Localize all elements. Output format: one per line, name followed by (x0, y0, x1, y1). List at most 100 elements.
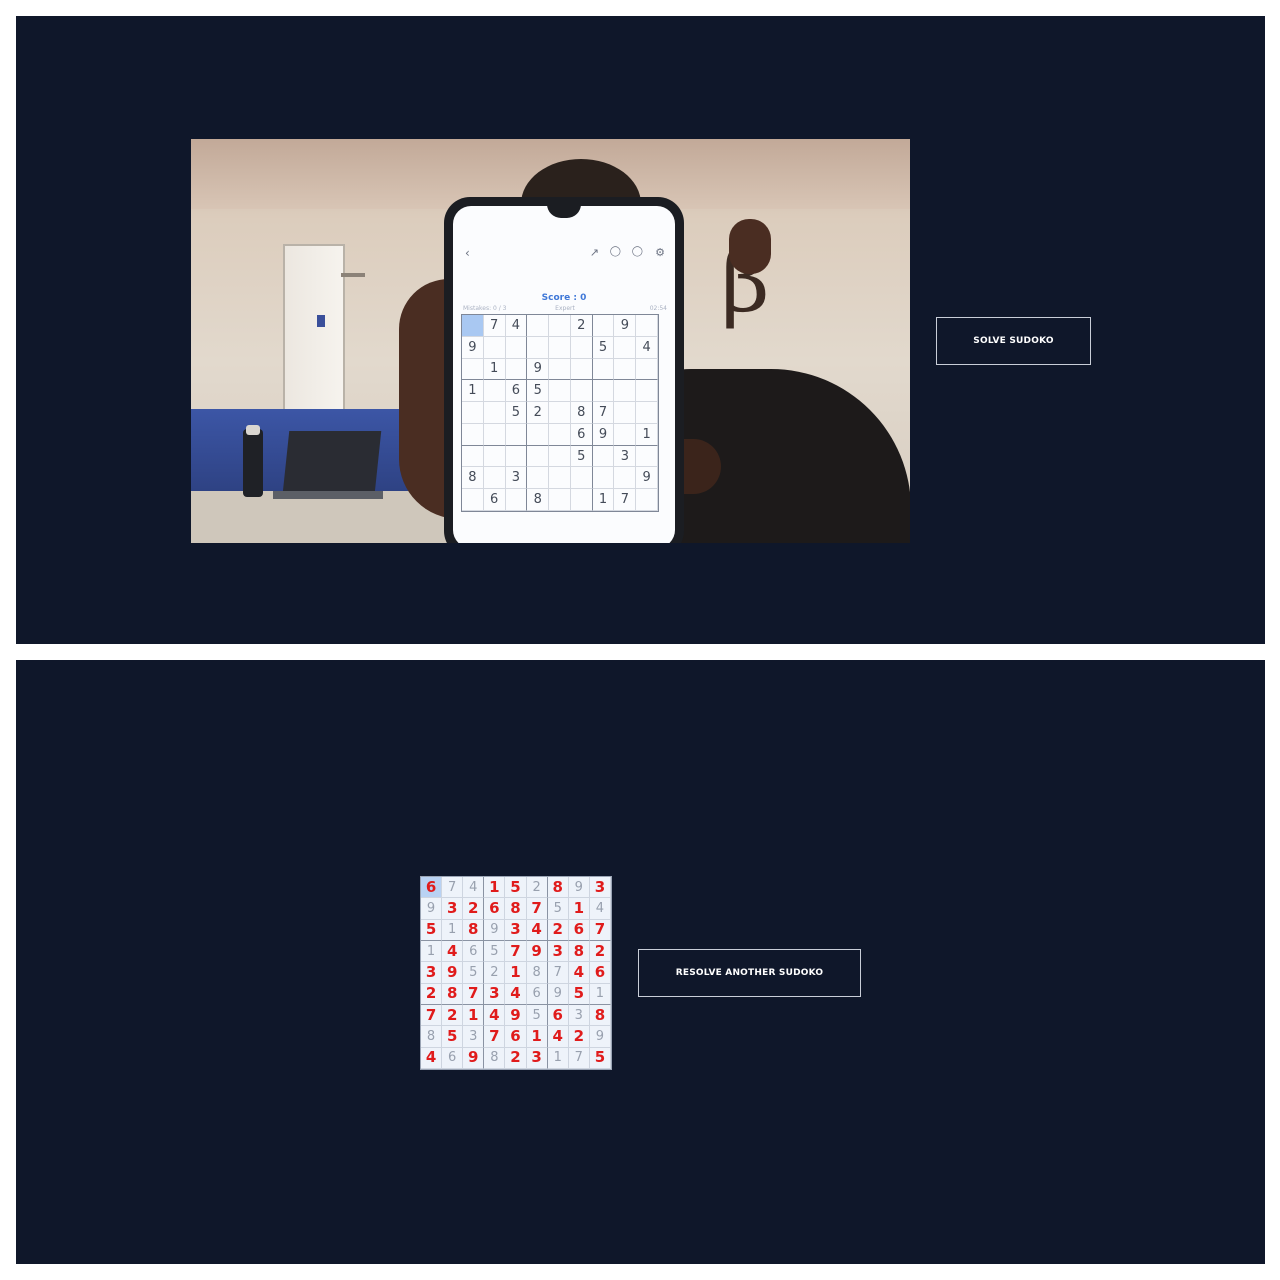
phone-grid-cell (483, 380, 506, 403)
level-text: Expert (555, 305, 575, 312)
given-digit-cell: 5 (484, 941, 506, 963)
phone-grid-cell: 1 (636, 423, 658, 446)
mistakes-text: Mistakes: 0 / 3 (463, 305, 507, 312)
background-bottle-cap (246, 425, 260, 435)
given-digit-cell: 4 (589, 898, 611, 920)
given-digit-cell: 2 (484, 962, 506, 984)
solved-digit-cell: 3 (505, 919, 527, 941)
capture-panel: β ‹ ↗ ◯ ◯ ⚙ Score : 0 Mistakes: 0 / 3 Ex… (16, 16, 1265, 644)
palette-icon: ◯ (631, 246, 643, 257)
phone-grid-cell: 4 (505, 315, 528, 337)
thumb (729, 219, 771, 274)
phone-grid-cell: 7 (592, 402, 615, 424)
phone-grid-cell (549, 402, 571, 424)
phone-grid-cell: 8 (527, 489, 550, 511)
solved-digit-cell: 1 (505, 962, 527, 984)
phone-grid-cell (592, 467, 615, 490)
phone-grid-cell: 9 (636, 467, 658, 490)
given-digit-cell: 2 (526, 877, 548, 899)
solved-digit-cell: 8 (505, 898, 527, 920)
phone-grid-cell (527, 423, 550, 446)
solved-digit-cell: 8 (547, 877, 569, 899)
solved-digit-cell: 4 (505, 983, 527, 1005)
solved-digit-cell: 5 (568, 983, 590, 1005)
solved-digit-cell: 2 (547, 919, 569, 941)
phone-grid-cell: 5 (570, 445, 593, 468)
given-digit-cell: 1 (442, 919, 464, 941)
solved-digit-cell: 6 (505, 1026, 527, 1048)
solved-digit-cell: 6 (589, 962, 611, 984)
phone-grid-cell (614, 358, 637, 381)
solved-digit-cell: 1 (463, 1005, 485, 1027)
phone-notch (547, 206, 581, 218)
solved-digit-cell: 4 (568, 962, 590, 984)
solved-digit-cell: 7 (421, 1005, 443, 1027)
pause-icon: ◯ (609, 246, 621, 257)
solved-digit-cell: 4 (421, 1047, 443, 1069)
phone-grid-cell (483, 336, 506, 359)
given-digit-cell: 9 (547, 983, 569, 1005)
phone-grid-cell (462, 315, 484, 337)
solved-digit-cell: 6 (484, 898, 506, 920)
background-bottle (243, 429, 263, 497)
phone-grid-cell (614, 336, 637, 359)
given-digit-cell: 4 (463, 877, 485, 899)
solved-digit-cell: 2 (442, 1005, 464, 1027)
solved-digit-cell: 1 (526, 1026, 548, 1048)
phone-grid-cell (592, 380, 615, 403)
phone-grid-cell (570, 489, 593, 511)
phone-grid-cell: 4 (636, 336, 658, 359)
phone-grid-cell (527, 445, 550, 468)
given-digit-cell: 7 (568, 1047, 590, 1069)
phone-grid-cell: 1 (483, 358, 506, 381)
solved-digit-cell: 8 (589, 1005, 611, 1027)
phone-grid-cell: 5 (527, 380, 550, 403)
phone-grid-cell (527, 336, 550, 359)
given-digit-cell: 6 (463, 941, 485, 963)
phone-grid-cell (570, 380, 593, 403)
solved-digit-cell: 9 (505, 1005, 527, 1027)
result-panel: 6741528939326875145189342671465793823952… (16, 660, 1265, 1264)
phone-grid-cell (462, 402, 484, 424)
solved-digit-cell: 8 (463, 919, 485, 941)
phone-grid-cell (614, 380, 637, 403)
phone-grid-cell (592, 315, 615, 337)
solved-digit-cell: 9 (442, 962, 464, 984)
resolve-another-sudoku-button[interactable]: RESOLVE ANOTHER SUDOKO (638, 949, 861, 997)
score-text: Score : 0 (541, 293, 587, 303)
phone-grid-cell (636, 358, 658, 381)
solved-digit-cell: 3 (589, 877, 611, 899)
phone-grid-cell: 6 (483, 489, 506, 511)
phone-grid-cell (549, 315, 571, 337)
phone-toolbar: ‹ ↗ ◯ ◯ ⚙ (465, 246, 665, 260)
phone-grid-cell (505, 336, 528, 359)
phone-grid-cell: 5 (592, 336, 615, 359)
phone-grid-cell (549, 489, 571, 511)
phone-grid-cell (505, 358, 528, 381)
solved-digit-cell: 7 (526, 898, 548, 920)
phone-grid-cell: 6 (505, 380, 528, 403)
background-laptop (282, 431, 382, 493)
phone-grid-cell (570, 336, 593, 359)
solved-digit-cell: 3 (547, 941, 569, 963)
solve-sudoku-button[interactable]: SOLVE SUDOKO (936, 317, 1091, 365)
phone-grid-cell: 9 (462, 336, 484, 359)
solved-digit-cell: 6 (547, 1005, 569, 1027)
solved-digit-cell: 2 (568, 1026, 590, 1048)
background-laptop-base (273, 491, 383, 499)
solved-digit-cell: 4 (547, 1026, 569, 1048)
phone-grid-cell: 8 (570, 402, 593, 424)
solved-digit-cell: 7 (589, 919, 611, 941)
phone-grid-cell (549, 380, 571, 403)
solved-digit-cell: 2 (505, 1047, 527, 1069)
solved-digit-cell: 2 (589, 941, 611, 963)
phone-grid-cell (636, 402, 658, 424)
solved-digit-cell: 3 (421, 962, 443, 984)
solved-sudoku-image: 6741528939326875145189342671465793823952… (420, 876, 612, 1070)
given-digit-cell: 8 (421, 1026, 443, 1048)
phone-grid-cell (614, 467, 637, 490)
phone-grid-cell (549, 423, 571, 446)
phone-grid-cell: 3 (505, 467, 528, 490)
solved-digit-cell: 4 (484, 1005, 506, 1027)
phone-grid-cell (549, 445, 571, 468)
